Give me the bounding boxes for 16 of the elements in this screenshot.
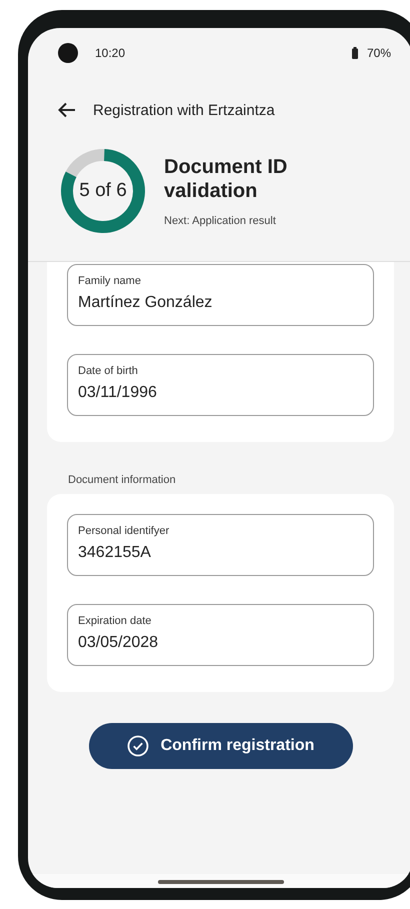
camera-icon xyxy=(58,43,78,63)
step-title: Document ID validation xyxy=(164,155,288,203)
next-step: Next: Application result xyxy=(164,215,314,227)
input-field[interactable]: Date of birth 03/11/1996 xyxy=(67,354,374,416)
input-field[interactable]: Family name Martínez González xyxy=(67,264,374,326)
step-counter: 5 of 6 xyxy=(79,180,127,202)
section-heading: Document information xyxy=(67,473,177,488)
input-field[interactable]: Expiration date 03/05/2028 xyxy=(67,604,374,666)
status-time: 10:20 xyxy=(95,46,126,60)
check-circle-icon xyxy=(126,735,149,757)
confirm-button[interactable]: Confirm registration xyxy=(88,723,352,769)
battery-level: 70% xyxy=(366,46,391,60)
input-field[interactable]: Personal identifyer 3462155A xyxy=(67,514,374,576)
page-title: Registration with Ertzaintza xyxy=(93,102,275,118)
back-button[interactable] xyxy=(58,101,78,119)
battery-icon xyxy=(350,47,359,59)
